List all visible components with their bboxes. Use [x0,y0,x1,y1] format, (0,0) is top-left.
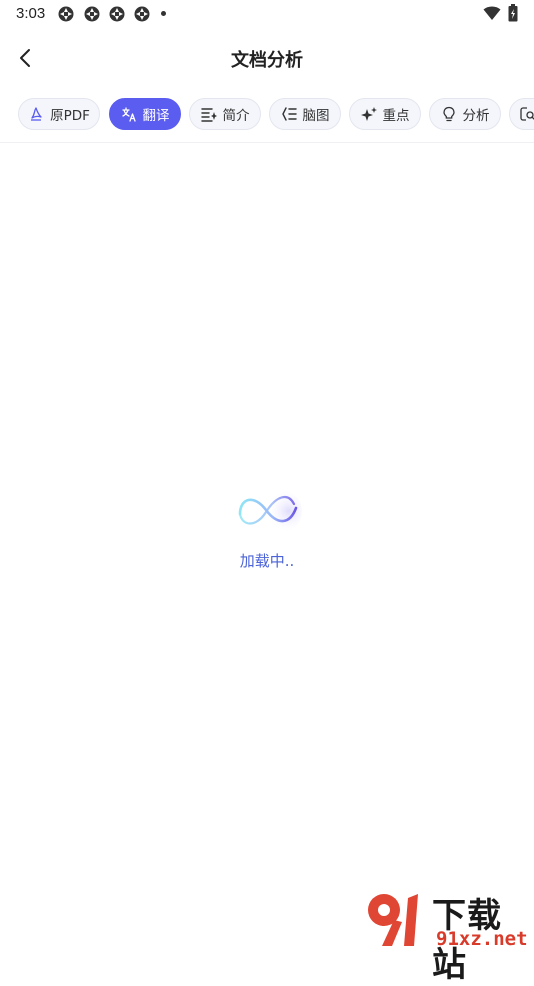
notification-icon [84,6,100,22]
more-notifications-dot [161,11,166,16]
notification-icon [58,6,74,22]
site-watermark: 下载站 91xz.net [362,888,534,985]
tab-analysis[interactable]: 分析 [429,98,501,130]
notification-icon [109,6,125,22]
watermark-url: 91xz.net [436,928,528,950]
search-doc-icon [520,107,534,121]
translate-icon [121,107,136,122]
summary-icon [200,108,217,122]
tab-label: 原PDF [50,108,90,124]
sparkle-icon [360,107,377,121]
tab-mindmap[interactable]: 脑图 [269,98,341,130]
wifi-icon [483,6,501,20]
lightbulb-icon [442,106,455,122]
page-title: 文档分析 [231,50,303,71]
mindmap-icon [281,107,297,121]
tab-label: 翻译 [142,108,170,124]
battery-icon [508,4,518,22]
status-time: 3:03 [16,5,46,22]
tab-translate[interactable]: 翻译 [109,98,181,130]
loading-text: 加载中.. [239,552,295,570]
status-bar: 3:03 [0,0,534,28]
tab-label: 简介 [222,108,250,124]
pdf-icon [31,107,42,121]
loading-wave-icon [238,489,302,533]
watermark-logo [368,894,418,946]
app-header: 文档分析 [0,30,534,86]
tab-key-points[interactable]: 重点 [349,98,421,130]
tab-label: 分析 [462,108,490,124]
tab-more[interactable] [509,98,534,130]
header-divider [0,142,534,143]
tab-original-pdf[interactable]: 原PDF [18,98,100,130]
tab-summary[interactable]: 简介 [189,98,261,130]
loading-indicator: 加载中.. [0,484,534,584]
notification-icon [134,6,150,22]
tab-label: 脑图 [302,108,330,124]
tab-label: 重点 [382,108,410,124]
analysis-tabs: 原PDF 翻译 简介 脑图 重点 分析 [0,98,534,134]
